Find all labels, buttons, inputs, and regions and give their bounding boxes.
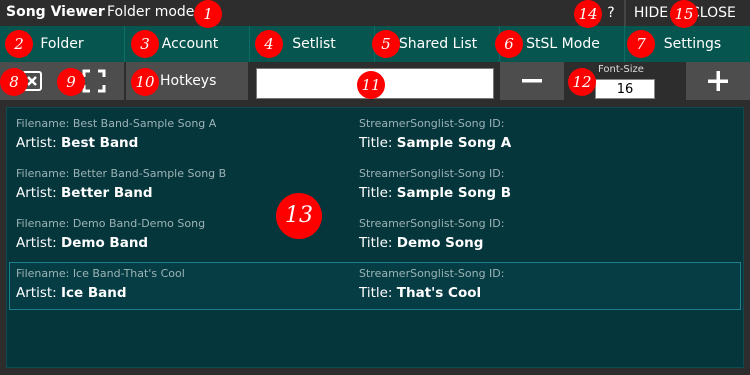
font-size-label: Font-Size <box>598 64 644 75</box>
font-decrease-button[interactable] <box>500 62 564 100</box>
annotation-marker-4: 4 <box>255 30 283 58</box>
annotation-marker-8: 8 <box>0 68 28 96</box>
annotation-marker-13: 13 <box>276 193 322 239</box>
annotation-marker-1: 1 <box>194 0 222 28</box>
filename-text: Filename: Best Band-Sample Song A <box>16 117 217 130</box>
annotation-marker-15: 15 <box>670 0 698 28</box>
hide-button[interactable]: HIDE <box>626 0 676 26</box>
filename-text: Filename: Better Band-Sample Song B <box>16 167 227 180</box>
title-text: Title: That's Cool <box>359 285 482 301</box>
plus-icon <box>708 71 728 91</box>
annotation-marker-3: 3 <box>131 30 159 58</box>
artist-text: Artist: Better Band <box>16 185 153 201</box>
minus-icon <box>522 79 542 83</box>
song-list-panel[interactable]: Filename: Best Band-Sample Song A Artist… <box>6 107 744 368</box>
fullscreen-icon <box>82 69 106 93</box>
artist-text: Artist: Demo Band <box>16 235 149 251</box>
song-id-text: StreamerSonglist-Song ID: <box>359 117 505 130</box>
filename-text: Filename: Ice Band-That's Cool <box>16 267 185 280</box>
song-list-item[interactable]: Filename: Demo Band-Demo Song Artist: De… <box>9 214 741 262</box>
font-size-input[interactable]: 16 <box>595 79 655 99</box>
annotation-marker-11: 11 <box>357 71 385 99</box>
app-title: Song Viewer <box>6 4 105 20</box>
font-increase-button[interactable] <box>686 62 750 100</box>
title-bar: Song Viewer Folder mode ? HIDE CLOSE <box>0 0 750 26</box>
annotation-marker-10: 10 <box>131 68 159 96</box>
artist-text: Artist: Ice Band <box>16 285 127 301</box>
title-text: Title: Demo Song <box>359 235 484 251</box>
mode-label: Folder mode <box>107 4 195 20</box>
artist-text: Artist: Best Band <box>16 135 139 151</box>
song-id-text: StreamerSonglist-Song ID: <box>359 167 505 180</box>
annotation-marker-7: 7 <box>627 30 655 58</box>
annotation-marker-9: 9 <box>57 68 85 96</box>
annotation-marker-5: 5 <box>372 30 400 58</box>
annotation-marker-6: 6 <box>495 30 523 58</box>
song-id-text: StreamerSonglist-Song ID: <box>359 217 505 230</box>
song-list-item[interactable]: Filename: Better Band-Sample Song B Arti… <box>9 164 741 212</box>
song-list-item[interactable]: Filename: Best Band-Sample Song A Artist… <box>9 114 741 162</box>
title-text: Title: Sample Song A <box>359 135 512 151</box>
song-list-item-selected[interactable]: Filename: Ice Band-That's Cool Artist: I… <box>9 262 741 310</box>
filename-text: Filename: Demo Band-Demo Song <box>16 217 206 230</box>
annotation-marker-2: 2 <box>5 30 33 58</box>
annotation-marker-12: 12 <box>568 68 596 96</box>
title-text: Title: Sample Song B <box>359 185 512 201</box>
annotation-marker-14: 14 <box>574 0 602 28</box>
song-id-text: StreamerSonglist-Song ID: <box>359 267 505 280</box>
